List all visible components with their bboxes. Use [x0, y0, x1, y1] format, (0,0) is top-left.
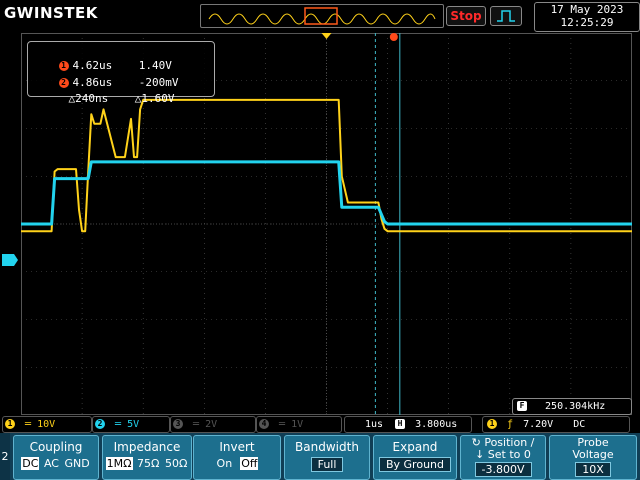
- trigger-box[interactable]: 1 ƒ 7.20V DC: [482, 416, 630, 433]
- dc-coupling-icon: ═: [279, 419, 286, 430]
- impedance-1m[interactable]: 1MΩ: [105, 457, 133, 470]
- cursor2-top-marker: [389, 33, 398, 41]
- frequency-counter: F 250.304kHz: [512, 398, 632, 415]
- expand-value: By Ground: [378, 457, 451, 472]
- run-stop-button[interactable]: Stop: [446, 6, 486, 26]
- h-position-value: 3.800us: [415, 419, 458, 430]
- coupling-title: Coupling: [29, 440, 83, 454]
- markers: [321, 33, 398, 41]
- set-to-zero-title: ↓ Set to 0: [475, 448, 531, 461]
- frequency-icon: F: [517, 401, 527, 411]
- coupling-dc[interactable]: DC: [21, 457, 40, 470]
- trigger-position-marker: [321, 33, 332, 39]
- probe-softkey[interactable]: Probe Voltage 10X: [549, 435, 637, 480]
- bandwidth-softkey[interactable]: Bandwidth Full: [284, 435, 370, 480]
- delta-volt: △1.60V: [134, 92, 175, 105]
- date-time-display: 17 May 2023 12:25:29: [534, 2, 640, 32]
- channel-menu-indicator: 2: [0, 433, 10, 480]
- dc-coupling-icon: ═: [193, 419, 200, 430]
- trigger-mode-button[interactable]: [490, 6, 522, 26]
- ch2-scale: 5V: [127, 419, 140, 430]
- delta-time: △240ns: [68, 92, 109, 105]
- coupling-ac[interactable]: AC: [43, 457, 60, 470]
- ch2-scale-box[interactable]: 2 ═ 5V: [92, 416, 170, 433]
- ch2-ground-marker[interactable]: [2, 254, 18, 266]
- expand-softkey[interactable]: Expand By Ground: [373, 435, 457, 480]
- ch1-scale: 10V: [37, 419, 56, 430]
- ch1-badge: 1: [5, 419, 15, 429]
- trigger-coupling: DC: [573, 419, 586, 430]
- frequency-value: 250.304kHz: [545, 401, 606, 412]
- expand-title: Expand: [392, 440, 438, 454]
- time-text: 12:25:29: [560, 16, 614, 29]
- status-bar: 1 ═ 10V 2 ═ 5V 3 ═ 2V 4 ═ 1V 1us H 3.800…: [0, 415, 640, 433]
- bandwidth-title: Bandwidth: [295, 440, 359, 454]
- invert-off[interactable]: Off: [240, 457, 259, 470]
- ch3-badge: 3: [173, 419, 183, 429]
- position-value: -3.800V: [474, 462, 532, 477]
- impedance-title: Impedance: [113, 440, 181, 454]
- dc-coupling-icon: ═: [25, 419, 32, 430]
- waveform-overview[interactable]: [200, 4, 444, 28]
- ch4-badge: 4: [259, 419, 269, 429]
- impedance-50[interactable]: 50Ω: [164, 457, 188, 470]
- coupling-softkey[interactable]: Coupling DC AC GND: [13, 435, 99, 480]
- trigger-source-badge: 1: [487, 419, 497, 429]
- ch2-badge: 2: [95, 419, 105, 429]
- dc-coupling-icon: ═: [115, 419, 122, 430]
- timebase-box[interactable]: 1us H 3.800us: [344, 416, 472, 433]
- probe-value: 10X: [575, 462, 611, 477]
- ch1-scale-box[interactable]: 1 ═ 10V: [2, 416, 92, 433]
- ch4-scale-box[interactable]: 4 ═ 1V: [256, 416, 342, 433]
- impedance-softkey[interactable]: Impedance 1MΩ 75Ω 50Ω: [102, 435, 192, 480]
- invert-title: Invert: [219, 440, 255, 454]
- ch3-scale: 2V: [205, 419, 218, 430]
- probe-voltage-title: Voltage: [572, 448, 614, 461]
- edge-trigger-icon: [497, 10, 515, 22]
- date-text: 17 May 2023: [550, 3, 624, 16]
- cursor-readout: 1 4.62us 1.40V 2 4.86us -200mV △240ns △1.6…: [27, 41, 215, 105]
- position-softkey[interactable]: ↻ Position / ↓ Set to 0 -3.800V: [460, 435, 546, 480]
- ch4-scale: 1V: [291, 419, 304, 430]
- h-position-icon: H: [395, 419, 406, 429]
- trigger-level: 7.20V: [523, 419, 554, 430]
- invert-softkey[interactable]: Invert On Off: [193, 435, 281, 480]
- invert-on[interactable]: On: [216, 457, 234, 470]
- brand-logo: GWINSTEK: [4, 4, 98, 22]
- coupling-gnd[interactable]: GND: [63, 457, 90, 470]
- bandwidth-value: Full: [310, 457, 344, 472]
- timebase-value: 1us: [365, 419, 384, 430]
- impedance-75[interactable]: 75Ω: [136, 457, 160, 470]
- ch3-scale-box[interactable]: 3 ═ 2V: [170, 416, 256, 433]
- overview-wave-icon: [208, 7, 436, 25]
- rising-edge-icon: ƒ: [507, 419, 514, 430]
